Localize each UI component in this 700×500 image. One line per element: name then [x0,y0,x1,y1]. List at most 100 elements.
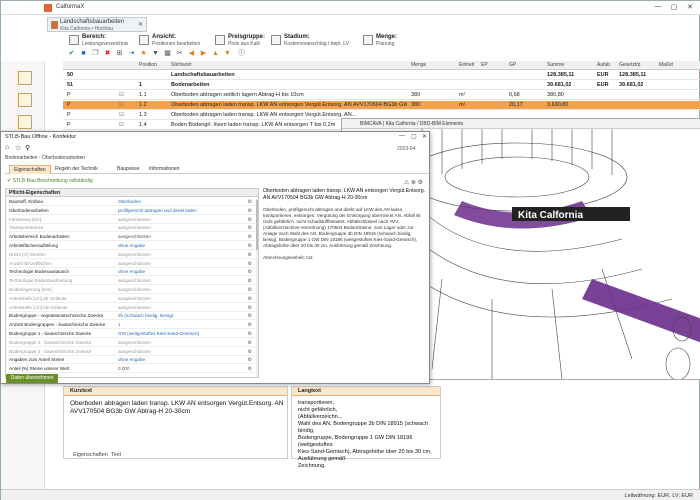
arrow-right-icon[interactable]: ▶ [199,49,208,58]
search-icon[interactable]: ⚲ [25,144,30,152]
property-settings-icon[interactable]: ⚙ [248,287,252,293]
dialog-minimize-button[interactable]: — [399,133,405,139]
close-tab-icon[interactable]: ✕ [138,21,143,28]
col-aufab[interactable]: Aufab [597,62,610,68]
property-value[interactable]: 0,000 [118,366,130,371]
property-row[interactable]: Breite [m] Streifen ausgeschlossen ⚙ [6,252,256,259]
property-row[interactable]: Angaben zum Anteil Steine ohne Angabe ⚙ [6,357,256,365]
highlight-icon[interactable]: ★ [139,49,148,58]
property-value[interactable]: Oberboden [118,199,141,204]
table-row[interactable]: P 1.1 Oberboden abtragen seitlich lagern A… [63,91,700,100]
tab-baupreise[interactable]: Baupreise [113,165,144,174]
property-value[interactable]: ausgeschlossen [118,278,151,283]
property-settings-icon[interactable]: ⚙ [248,357,252,363]
property-value[interactable]: ausgeschlossen [118,234,151,239]
property-row[interactable]: Bodenlagerung [mm] ausgeschlossen ⚙ [6,287,256,294]
export-tool-icon[interactable] [18,115,32,129]
property-value[interactable]: ausgeschlossen [118,261,151,266]
edit-tool-icon[interactable] [18,71,32,85]
property-row[interactable]: Bodengruppe 3 - bautechnische Zwecke ausg… [6,349,256,356]
row-checkbox[interactable]: ☑ [119,112,124,118]
property-row[interactable]: Oberbodenarbeiten profilgerecht abtragen … [6,208,256,215]
property-settings-icon[interactable]: ⚙ [248,313,252,319]
arrow-left-icon[interactable]: ◀ [187,49,196,58]
property-settings-icon[interactable]: ⚙ [248,269,252,275]
property-row[interactable]: Anteil [%] Steine unterer Wert 0,000 ⚙ [6,366,256,374]
table-row[interactable]: 51 1 Bodenarbeiten 39.681,02 EUR 39.681,02 [63,81,700,90]
property-settings-icon[interactable]: ⚙ [248,349,252,355]
property-row[interactable]: Bodengruppe 1 - bautechnische Zwecke GW (… [6,331,256,338]
property-settings-icon[interactable]: ⚙ [248,278,252,284]
property-row[interactable]: Baustoff, Erdbau Oberboden ⚙ [6,199,256,206]
filter-icon[interactable]: ▼ [151,49,160,58]
property-value[interactable]: ohne Angabe [118,243,145,248]
property-value[interactable]: ausgeschlossen [118,217,151,222]
tab-eigenschaften[interactable]: Eigenschaften [73,452,108,458]
dialog-maximize-button[interactable]: ▢ [411,133,417,140]
property-value[interactable]: ausgeschlossen [118,225,151,230]
col-einheit[interactable]: Einheit [459,62,474,68]
property-settings-icon[interactable]: ⚙ [248,225,252,231]
tab-text[interactable]: Text [111,452,121,458]
property-value[interactable]: ausgeschlossen [118,349,151,354]
property-value[interactable]: GW (weitgestuftes Kies-Sand-Gemisch) [118,331,199,336]
property-value[interactable]: ausgeschlossen [118,305,151,310]
property-row[interactable]: Arbeitsbereich Bodenarbeiten ausgeschloss… [6,234,256,242]
tab-informationen[interactable]: Informationen [145,165,184,174]
info-icon[interactable]: ⓘ [237,49,246,58]
copy-icon[interactable]: ❐ [91,49,100,58]
col-stichwort[interactable]: Stichwort [171,62,192,68]
col-menge[interactable]: Menge [411,62,426,68]
cut-icon[interactable]: ✂ [175,49,184,58]
property-settings-icon[interactable]: ⚙ [248,261,252,267]
property-settings-icon[interactable]: ⚙ [248,322,252,328]
property-settings-icon[interactable]: ⚙ [248,199,252,205]
document-tab[interactable]: Landschaftsbauarbeiten Kita Calfornia • … [47,17,147,32]
property-settings-icon[interactable]: ⚙ [248,243,252,249]
property-value[interactable]: ausgeschlossen [118,340,151,345]
minimize-button[interactable]: — [651,3,665,13]
property-settings-icon[interactable]: ⚙ [248,217,252,223]
property-row[interactable]: Bodengruppe - vegetationstechnische Zwec… [6,313,256,321]
property-row[interactable]: Technologie Bodenaustausch ohne Angabe ⚙ [6,269,256,277]
col-gesetzt[interactable]: Gesetzt/p [619,62,640,68]
dialog-close-button[interactable]: ✕ [422,133,427,140]
property-row[interactable]: Bodengruppe 2 - bautechnische Zwecke ausg… [6,340,256,347]
calc-tool-icon[interactable] [18,93,32,107]
col-summe[interactable]: Summe [547,62,564,68]
settings-icon[interactable]: ⚙ [418,180,423,186]
property-settings-icon[interactable]: ⚙ [248,252,252,258]
property-value[interactable]: ausgeschlossen [118,287,151,292]
tab-eigenschaften-dialog[interactable]: Eigenschaften [9,165,51,174]
property-row[interactable]: Anzahl Bodengruppen - bautechnische Zwec… [6,322,256,330]
row-checkbox[interactable]: ☑ [119,102,124,108]
col-gp[interactable]: GP [509,62,516,68]
langtext-content[interactable]: transportieren, nicht gefährlich, (Abfal… [298,400,440,470]
property-row[interactable]: Förderweg [km] ausgeschlossen ⚙ [6,217,256,224]
property-value[interactable]: ohne Angabe [118,269,145,274]
property-row[interactable]: Transportstrecke ausgeschlossen ⚙ [6,225,256,233]
apply-data-button[interactable]: Daten übernehmen [6,374,58,383]
property-row[interactable]: Anzahl Einzelflächen ausgeschlossen ⚙ [6,261,256,268]
close-button[interactable]: ✕ [683,3,697,13]
kurztext-content[interactable]: Oberboden abtragen laden transp. LKW AN … [70,400,284,416]
row-checkbox[interactable]: ☑ [119,92,124,98]
grid-icon[interactable]: ▦ [163,49,172,58]
property-row[interactable]: Arbeitsflächenaufteilung ohne Angabe ⚙ [6,243,256,250]
property-row[interactable]: Technologie Bodenbearbeitung ausgeschloss… [6,278,256,286]
property-settings-icon[interactable]: ⚙ [248,366,252,372]
breadcrumb[interactable]: Bodenarbeiten - Oberbodenarbeiten [5,155,85,161]
property-value[interactable]: ausgeschlossen [118,296,151,301]
property-settings-icon[interactable]: ⚙ [248,208,252,214]
col-masst[interactable]: Maßst [659,62,673,68]
property-row[interactable]: Arbeitstiefe [cm] ab Gelände ausgeschloss… [6,296,256,303]
warning-icon[interactable]: ⚠ [404,180,409,186]
col-position[interactable]: Position [139,62,157,68]
property-settings-icon[interactable]: ⚙ [248,296,252,302]
tab-regeln[interactable]: Regeln der Technik [51,165,102,174]
property-value[interactable]: ausgeschlossen [118,252,151,257]
property-value[interactable]: 2b (schwach bindig, kiesig) [118,313,173,318]
property-row[interactable]: Arbeitstiefe [cm] bis Gelände ausgeschlos… [6,305,256,312]
indent-icon[interactable]: ⇥ [127,49,136,58]
property-settings-icon[interactable]: ⚙ [248,331,252,337]
